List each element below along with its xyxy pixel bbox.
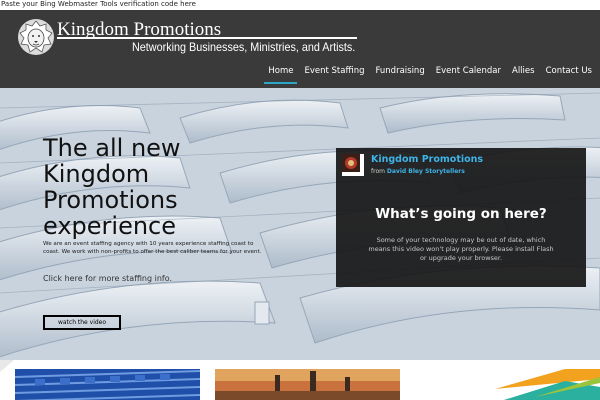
feature-thumbnail-seats[interactable] — [15, 369, 200, 400]
feature-thumbnail-stadium[interactable] — [215, 369, 400, 400]
main-nav: Home Event Staffing Fundraising Event Ca… — [261, 65, 596, 89]
video-embed[interactable]: Kingdom Promotions from David Bley Story… — [336, 148, 586, 287]
feature-thumbnail-graphic[interactable] — [415, 369, 600, 400]
video-error-heading: What’s going on here? — [375, 206, 547, 222]
top-notice: Paste your Bing Webmaster Tools verifica… — [0, 0, 600, 10]
brand-tagline: Networking Businesses, Ministries, and A… — [132, 40, 356, 54]
video-title[interactable]: Kingdom Promotions — [371, 154, 483, 166]
nav-item-event-staffing[interactable]: Event Staffing — [300, 65, 368, 89]
hero-description: We are an event staffing agency with 10 … — [43, 241, 262, 255]
byline-prefix: from — [371, 168, 385, 175]
hero-title: The all new Kingdom Promotions experienc… — [43, 134, 181, 240]
nav-item-allies[interactable]: Allies — [508, 65, 539, 89]
site-header: Kingdom Promotions Networking Businesses… — [0, 10, 600, 88]
hero-section: The all new Kingdom Promotions experienc… — [0, 88, 600, 360]
video-error-message: Some of your technology may be out of da… — [368, 236, 554, 262]
nav-item-fundraising[interactable]: Fundraising — [371, 65, 428, 89]
channel-avatar[interactable] — [342, 154, 364, 176]
lion-icon[interactable] — [16, 17, 56, 57]
nav-item-contact-us[interactable]: Contact Us — [542, 65, 596, 89]
watch-video-button[interactable]: watch the video — [43, 315, 121, 330]
feature-strip — [0, 360, 600, 400]
staffing-info-link[interactable]: Click here for more staffing info. — [43, 274, 172, 284]
nav-item-home[interactable]: Home — [264, 65, 298, 89]
brand-underline — [57, 37, 357, 39]
video-author-link[interactable]: David Bley Storytellers — [387, 168, 465, 175]
video-byline: from David Bley Storytellers — [371, 168, 465, 176]
nav-item-event-calendar[interactable]: Event Calendar — [432, 65, 505, 89]
